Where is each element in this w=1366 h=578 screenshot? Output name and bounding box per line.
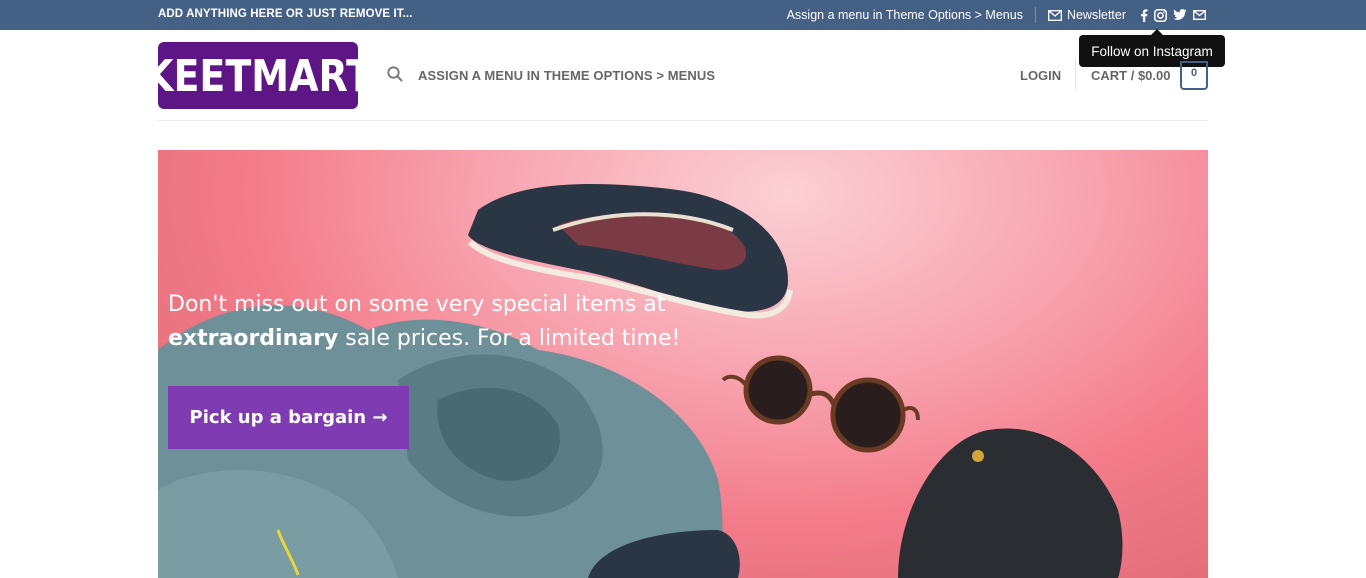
instagram-icon[interactable] [1154, 8, 1167, 22]
site-header: KEETMART ASSIGN A MENU IN THEME OPTIONS … [0, 30, 1366, 121]
divider [1034, 7, 1036, 23]
top-bar-right: Assign a menu in Theme Options > Menus N… [787, 0, 1206, 30]
site-logo[interactable]: KEETMART [144, 42, 372, 109]
logo-text: KEETMART [144, 50, 372, 101]
top-bar-message: ADD ANYTHING HERE OR JUST REMOVE IT... [158, 8, 413, 20]
hero-line-2: sale prices. For a limited time! [338, 326, 681, 351]
hero-banner: Don't miss out on some very special item… [158, 150, 1208, 578]
hero-headline: Don't miss out on some very special item… [168, 288, 688, 356]
header-bottom-border [158, 120, 1208, 121]
newsletter-link[interactable]: Newsletter [1048, 8, 1126, 22]
cart-count-badge[interactable]: 0 [1180, 61, 1208, 90]
cart-link[interactable]: CART / $0.00 [1091, 68, 1170, 83]
newsletter-label: Newsletter [1066, 8, 1126, 22]
envelope-icon [1048, 9, 1062, 21]
header-divider [1075, 59, 1076, 90]
twitter-icon[interactable] [1173, 9, 1187, 21]
email-icon[interactable] [1193, 10, 1206, 20]
top-menu-link[interactable]: Assign a menu in Theme Options > Menus [787, 8, 1023, 22]
top-bar: ADD ANYTHING HERE OR JUST REMOVE IT... A… [0, 0, 1366, 30]
login-link[interactable]: LOGIN [1020, 68, 1061, 83]
search-icon[interactable] [387, 66, 403, 82]
hero-line-1: Don't miss out on some very special item… [168, 292, 666, 317]
hero-background-image [158, 184, 1123, 578]
facebook-icon[interactable] [1140, 8, 1148, 22]
hero-bold-word: extraordinary [168, 326, 339, 351]
social-icons [1140, 8, 1206, 22]
main-menu-link[interactable]: ASSIGN A MENU IN THEME OPTIONS > MENUS [418, 68, 715, 83]
bargain-button[interactable]: Pick up a bargain → [168, 386, 409, 449]
